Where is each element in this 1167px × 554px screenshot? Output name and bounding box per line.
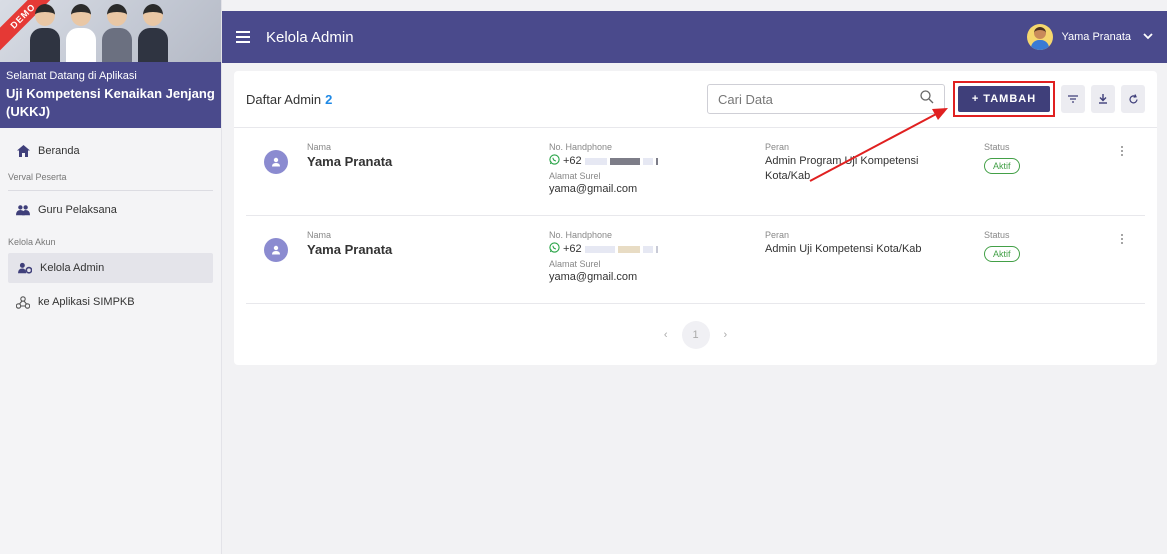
phone-prefix: +62 <box>563 155 582 167</box>
status-badge: Aktif <box>984 246 1020 262</box>
sidebar-item-kelola-admin[interactable]: Kelola Admin <box>8 253 213 283</box>
admin-name: Yama Pranata <box>307 242 393 257</box>
sidebar-item-label: Beranda <box>38 145 80 157</box>
list-title: Daftar Admin <box>246 91 322 107</box>
role-label: Peran <box>765 142 790 152</box>
home-icon <box>16 144 30 158</box>
status-label: Status <box>984 142 1010 152</box>
sidebar-item-guru-pelaksana[interactable]: Guru Pelaksana <box>0 195 221 225</box>
role-column: Peran Admin Uji Kompetensi Kota/Kab <box>765 230 955 257</box>
admin-email: yama@gmail.com <box>549 183 638 195</box>
refresh-button[interactable] <box>1121 85 1145 113</box>
name-label: Nama <box>307 230 332 240</box>
welcome-panel: Selamat Datang di Aplikasi Uji Kompetens… <box>0 62 221 128</box>
phone-prefix: +62 <box>563 243 582 255</box>
app-title: Uji Kompetensi Kenaikan Jenjang (UKKJ) <box>6 86 215 119</box>
admin-list: Nama Yama Pranata No. Handphone +62 Alam… <box>234 128 1157 304</box>
app-banner-image: DEMO <box>0 0 221 62</box>
filter-button[interactable] <box>1061 85 1085 113</box>
status-badge: Aktif <box>984 158 1020 174</box>
page-title: Kelola Admin <box>266 28 354 46</box>
contact-column: No. Handphone +62 Alamat Surel yama@gmai… <box>549 142 658 195</box>
redacted-phone <box>617 245 640 253</box>
redacted-phone <box>642 245 653 253</box>
chevron-down-icon <box>1143 32 1153 43</box>
table-row: Nama Yama Pranata No. Handphone +62 Alam… <box>246 216 1145 304</box>
redacted-phone <box>655 157 658 165</box>
whatsapp-icon[interactable] <box>549 154 560 168</box>
redacted-phone <box>609 157 640 165</box>
admin-name: Yama Pranata <box>307 154 393 169</box>
sidebar-item-label: Kelola Admin <box>40 262 105 274</box>
name-column: Nama Yama Pranata <box>307 142 392 169</box>
sidebar-item-label: ke Aplikasi SIMPKB <box>38 296 135 308</box>
more-options-icon[interactable] <box>1121 146 1123 156</box>
banner-people-illustration <box>30 4 168 62</box>
user-avatar-icon <box>264 150 288 174</box>
user-avatar-icon <box>264 238 288 262</box>
redacted-phone <box>584 157 607 165</box>
page-number[interactable]: 1 <box>681 321 710 349</box>
admin-list-card: Daftar Admin 2 + TAMBAH Nama <box>234 71 1157 365</box>
name-column: Nama Yama Pranata <box>307 230 392 257</box>
role-column: Peran Admin Program Uji Kompetensi Kota/… <box>765 142 955 184</box>
people-icon <box>16 203 30 217</box>
pagination: ‹ 1 › <box>234 321 1157 349</box>
sidebar-item-beranda[interactable]: Beranda <box>0 136 221 166</box>
user-menu[interactable]: Yama Pranata <box>1027 24 1153 50</box>
welcome-subtitle: Selamat Datang di Aplikasi <box>6 70 137 82</box>
sidebar-item-label: Guru Pelaksana <box>38 204 117 216</box>
top-strip <box>222 0 1167 11</box>
sidebar: DEMO Selamat Datang di Aplikasi Uji Komp… <box>0 0 222 554</box>
email-label: Alamat Surel <box>549 171 601 181</box>
menu-section-verval: Verval Peserta <box>8 172 67 182</box>
download-button[interactable] <box>1091 85 1115 113</box>
search-input[interactable] <box>718 91 920 107</box>
admin-role: Admin Program Uji Kompetensi Kota/Kab <box>765 155 919 182</box>
top-bar: Kelola Admin Yama Pranata <box>222 11 1167 63</box>
user-name: Yama Pranata <box>1061 31 1131 43</box>
name-label: Nama <box>307 142 332 152</box>
menu-section-kelola-akun: Kelola Akun <box>8 237 56 247</box>
redacted-phone <box>642 157 653 165</box>
user-gear-icon <box>18 261 32 275</box>
avatar <box>1027 24 1054 50</box>
redacted-phone <box>584 245 615 253</box>
webhook-icon <box>16 295 30 309</box>
next-page-button[interactable]: › <box>724 329 728 341</box>
search-box <box>707 84 945 114</box>
prev-page-button[interactable]: ‹ <box>664 329 668 341</box>
status-column: Status Aktif <box>984 230 1020 262</box>
download-icon <box>1099 94 1107 104</box>
admin-role: Admin Uji Kompetensi Kota/Kab <box>765 243 922 255</box>
more-options-icon[interactable] <box>1121 234 1123 244</box>
status-column: Status Aktif <box>984 142 1020 174</box>
sidebar-menu: Beranda Verval Peserta Guru Pelaksana Ke… <box>0 128 221 317</box>
menu-divider <box>8 190 213 191</box>
sidebar-item-simpkb[interactable]: ke Aplikasi SIMPKB <box>0 287 221 317</box>
add-admin-button[interactable]: + TAMBAH <box>958 86 1050 112</box>
whatsapp-icon[interactable] <box>549 242 560 256</box>
card-header: Daftar Admin 2 + TAMBAH <box>234 71 1157 128</box>
refresh-icon <box>1128 93 1138 103</box>
highlight-box: + TAMBAH <box>953 81 1055 117</box>
admin-email: yama@gmail.com <box>549 271 638 283</box>
table-row: Nama Yama Pranata No. Handphone +62 Alam… <box>246 128 1145 216</box>
redacted-phone <box>655 245 658 253</box>
role-label: Peran <box>765 230 790 240</box>
filter-icon <box>1068 95 1078 103</box>
phone-label: No. Handphone <box>549 230 613 240</box>
search-icon[interactable] <box>920 89 934 109</box>
email-label: Alamat Surel <box>549 259 601 269</box>
list-count: 2 <box>325 91 333 107</box>
hamburger-menu-icon[interactable] <box>236 31 250 43</box>
status-label: Status <box>984 230 1010 240</box>
phone-label: No. Handphone <box>549 142 613 152</box>
contact-column: No. Handphone +62 Alamat Surel yama@gmai… <box>549 230 658 283</box>
